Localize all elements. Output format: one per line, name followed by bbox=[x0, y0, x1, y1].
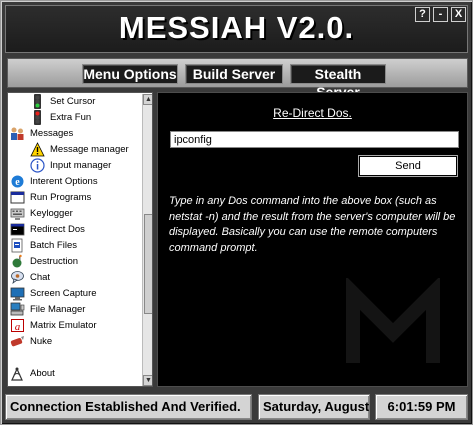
svg-text:a: a bbox=[15, 321, 21, 333]
chat-icon bbox=[11, 271, 24, 284]
sidebar-item-label: Input manager bbox=[50, 160, 112, 171]
nuke-icon bbox=[10, 336, 24, 347]
internet-explorer-icon: e bbox=[11, 175, 24, 188]
traffic-light-icon bbox=[34, 94, 41, 109]
sidebar-item-label: Keylogger bbox=[30, 208, 73, 219]
svg-text:e: e bbox=[15, 177, 20, 188]
sidebar-item-label: Chat bbox=[30, 272, 51, 283]
people-icon bbox=[11, 127, 24, 140]
sidebar-item-label: Redirect Dos bbox=[30, 224, 85, 235]
send-button[interactable]: Send bbox=[358, 155, 458, 177]
date-status: Saturday, August bbox=[258, 394, 370, 420]
sidebar-scrollbar[interactable]: ▲ ▼ bbox=[142, 94, 152, 386]
sidebar-item-label: Destruction bbox=[30, 256, 79, 267]
sidebar-tree: Set Cursor Extra Fun Messages Message ma… bbox=[7, 92, 153, 387]
sidebar-item-label: Matrix Emulator bbox=[30, 320, 97, 331]
bomb-icon bbox=[12, 254, 22, 268]
scroll-down-arrow-icon[interactable]: ▼ bbox=[143, 375, 152, 386]
sidebar-item-label: Set Cursor bbox=[50, 96, 96, 107]
keyboard-icon bbox=[10, 208, 25, 220]
sidebar-item-label: Run Programs bbox=[30, 192, 92, 203]
sidebar-item-label: Batch Files bbox=[30, 240, 77, 251]
help-button[interactable]: ? bbox=[415, 7, 430, 22]
app-window: MESSIAH V2.0. ? - X Menu Options Build S… bbox=[0, 0, 473, 425]
title-bar[interactable]: MESSIAH V2.0. bbox=[5, 5, 468, 53]
sidebar-item-label: Screen Capture bbox=[30, 288, 97, 299]
command-input[interactable] bbox=[170, 131, 459, 148]
info-icon bbox=[30, 158, 45, 173]
sidebar-item-label: Interent Options bbox=[30, 176, 98, 187]
build-server-button[interactable]: Build Server bbox=[185, 64, 283, 84]
stealth-server-button[interactable]: Stealth Server bbox=[290, 64, 386, 100]
help-text: Type in any Dos command into the above b… bbox=[169, 195, 456, 254]
panel-title: Re-Direct Dos. bbox=[273, 106, 352, 120]
menu-options-button[interactable]: Menu Options bbox=[82, 64, 178, 84]
sidebar-item-label: Messages bbox=[30, 128, 74, 139]
sidebar-item-label: File Manager bbox=[30, 304, 86, 315]
connection-status: Connection Established And Verified. bbox=[5, 394, 252, 420]
sidebar-item-label: Nuke bbox=[30, 336, 53, 347]
computer-icon bbox=[10, 302, 25, 316]
minimize-button[interactable]: - bbox=[433, 7, 448, 22]
redirect-dos-panel: Re-Direct Dos. Send Type in any Dos comm… bbox=[157, 92, 468, 387]
batch-file-icon bbox=[11, 238, 23, 253]
traffic-light-icon bbox=[34, 110, 41, 125]
sidebar-item-label: Extra Fun bbox=[50, 112, 92, 123]
matrix-icon: a bbox=[11, 319, 24, 333]
scroll-up-arrow-icon[interactable]: ▲ bbox=[143, 94, 152, 105]
sidebar-item-label: Message manager bbox=[50, 144, 129, 155]
watermark-logo-icon bbox=[346, 278, 440, 363]
menu-bar: Menu Options Build Server Stealth Server bbox=[7, 58, 468, 100]
dos-icon bbox=[10, 223, 25, 236]
sidebar-item-label: About bbox=[30, 368, 55, 379]
about-icon bbox=[11, 367, 23, 381]
window-icon bbox=[10, 191, 25, 204]
scroll-thumb[interactable] bbox=[144, 214, 152, 314]
warning-icon bbox=[30, 142, 45, 157]
app-title: MESSIAH V2.0. bbox=[118, 10, 355, 45]
time-status: 6:01:59 PM bbox=[375, 394, 468, 420]
close-button[interactable]: X bbox=[451, 7, 466, 22]
monitor-icon bbox=[10, 287, 25, 301]
